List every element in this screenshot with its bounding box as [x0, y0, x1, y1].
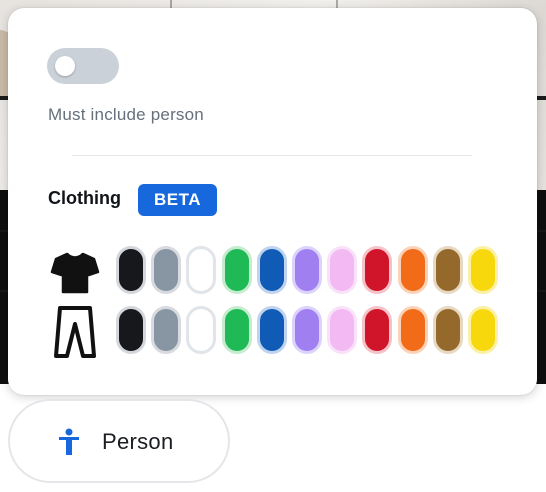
- pants-color-swatch-9[interactable]: [397, 306, 428, 354]
- pants-color-swatch-2[interactable]: [151, 306, 182, 354]
- pants-color-swatch-10[interactable]: [432, 306, 463, 354]
- pants-color-swatch-7[interactable]: [327, 306, 358, 354]
- shirt-color-swatch-8[interactable]: [362, 246, 393, 294]
- pants-color-swatch-3[interactable]: [186, 306, 217, 354]
- shirt-color-swatch-3[interactable]: [186, 246, 217, 294]
- shirt-color-swatch-4[interactable]: [221, 246, 252, 294]
- pants-color-swatch-11[interactable]: [468, 306, 498, 354]
- must-include-person-toggle[interactable]: [47, 48, 119, 84]
- filter-popover: Must include person Clothing BETA: [8, 8, 537, 395]
- person-button-label: Person: [102, 429, 174, 454]
- person-filter-button[interactable]: Person: [8, 399, 230, 483]
- shirt-color-swatch-5[interactable]: [256, 246, 287, 294]
- shirt-color-swatch-6[interactable]: [292, 246, 322, 294]
- clothing-title: Clothing: [48, 188, 121, 208]
- shirt-color-swatch-2[interactable]: [151, 246, 182, 294]
- person-icon: [59, 428, 79, 455]
- pants-color-swatch-1[interactable]: [116, 306, 146, 354]
- shirt-icon: [50, 252, 100, 294]
- divider: [72, 155, 472, 156]
- shirt-color-swatch-10[interactable]: [432, 246, 463, 294]
- toggle-knob: [55, 56, 75, 76]
- shirt-color-swatch-1[interactable]: [116, 246, 146, 294]
- pants-color-swatch-6[interactable]: [292, 306, 322, 354]
- pants-color-swatch-8[interactable]: [362, 306, 393, 354]
- beta-badge: BETA: [138, 184, 217, 216]
- shirt-color-swatch-11[interactable]: [468, 246, 498, 294]
- shirt-color-swatch-7[interactable]: [327, 246, 358, 294]
- pants-color-swatch-5[interactable]: [256, 306, 287, 354]
- pants-icon: [54, 306, 96, 358]
- shirt-color-swatch-9[interactable]: [397, 246, 428, 294]
- pants-color-swatch-4[interactable]: [221, 306, 252, 354]
- toggle-label: Must include person: [48, 105, 204, 124]
